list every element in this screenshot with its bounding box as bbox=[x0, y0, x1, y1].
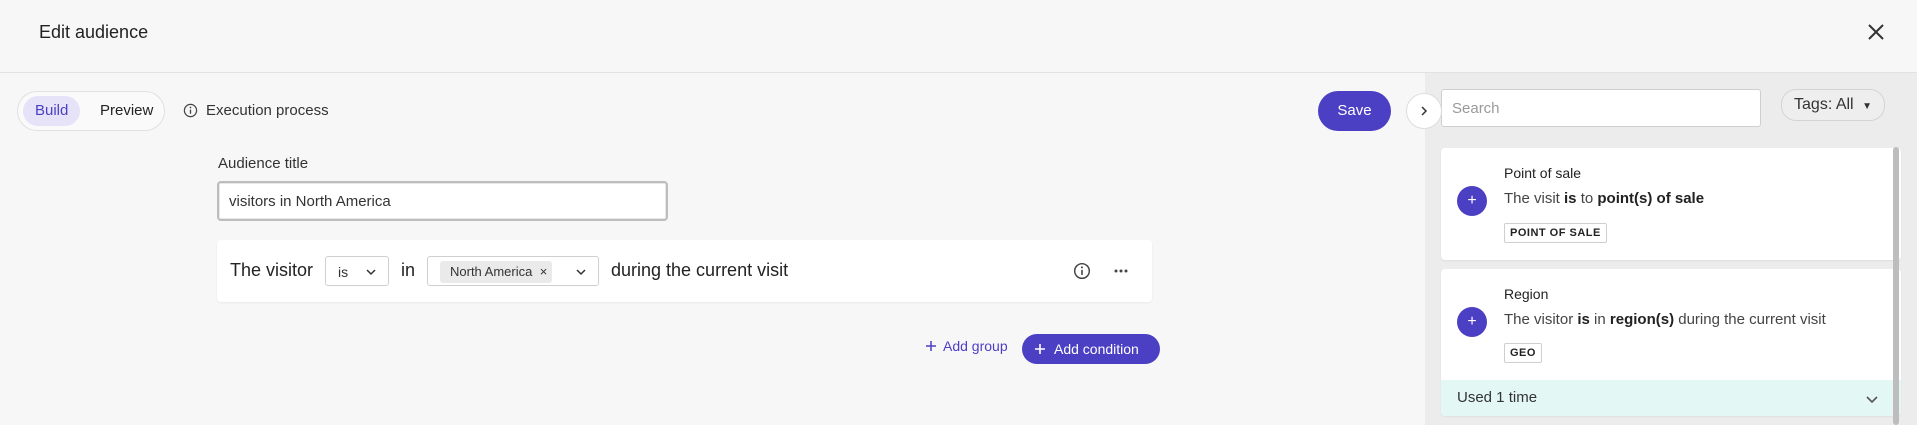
remove-tag-icon[interactable]: × bbox=[540, 261, 548, 283]
info-icon bbox=[183, 103, 198, 118]
region-select[interactable]: North America × bbox=[427, 256, 599, 286]
tags-filter-label: Tags: All bbox=[1794, 96, 1854, 113]
card-title: Region bbox=[1504, 286, 1549, 302]
execution-process-link[interactable]: Execution process bbox=[183, 102, 329, 119]
add-condition-label: Add condition bbox=[1054, 341, 1139, 357]
condition-card-point-of-sale: + Point of sale The visit is to point(s)… bbox=[1441, 148, 1901, 260]
card-description: The visit is to point(s) of sale bbox=[1504, 190, 1705, 207]
save-button[interactable]: Save bbox=[1318, 91, 1391, 131]
chevron-right-icon bbox=[1421, 106, 1428, 116]
operator-select[interactable]: is bbox=[325, 256, 389, 286]
tags-filter-dropdown[interactable]: Tags: All ▼ bbox=[1781, 89, 1885, 121]
condition-prefix: The visitor bbox=[230, 260, 314, 280]
plus-icon bbox=[1035, 344, 1045, 354]
tab-preview[interactable]: Preview bbox=[96, 96, 157, 126]
plus-icon bbox=[926, 341, 936, 351]
region-tag-label: North America bbox=[450, 264, 533, 279]
audience-title-input[interactable] bbox=[217, 181, 668, 221]
condition-library-sidebar: Tags: All ▼ + Point of sale The visit is… bbox=[1425, 73, 1917, 425]
chevron-down-icon bbox=[366, 269, 376, 276]
dialog-title: Edit audience bbox=[39, 22, 149, 42]
selected-region-tag: North America × bbox=[440, 261, 553, 283]
sidebar-scrollbar[interactable] bbox=[1893, 147, 1899, 425]
add-condition-button[interactable]: Add condition bbox=[1022, 334, 1160, 364]
condition-card-region: + Region The visitor is in region(s) dur… bbox=[1441, 269, 1901, 416]
more-options-icon[interactable] bbox=[1112, 262, 1130, 280]
add-group-label: Add group bbox=[943, 338, 1008, 354]
chevron-down-icon bbox=[576, 269, 586, 276]
usage-expander[interactable]: Used 1 time bbox=[1441, 380, 1901, 416]
execution-process-label: Execution process bbox=[206, 102, 329, 119]
tab-build[interactable]: Build bbox=[23, 96, 81, 126]
add-condition-plus-icon[interactable]: + bbox=[1457, 186, 1487, 216]
condition-suffix: during the current visit bbox=[611, 260, 789, 280]
search-input[interactable] bbox=[1441, 89, 1761, 127]
usage-count-label: Used 1 time bbox=[1457, 389, 1538, 406]
card-title: Point of sale bbox=[1504, 165, 1582, 181]
caret-down-icon: ▼ bbox=[1862, 101, 1872, 112]
chevron-down-icon bbox=[1866, 396, 1878, 404]
builder-panel: Build Preview Execution process Save Aud… bbox=[0, 73, 1425, 425]
tag-badge: POINT OF SALE bbox=[1504, 223, 1607, 243]
condition-row: The visitor is in North America × during… bbox=[217, 240, 1152, 302]
mode-toggle: Build Preview bbox=[17, 91, 165, 131]
dialog-header: Edit audience bbox=[0, 0, 1917, 73]
info-icon[interactable] bbox=[1073, 262, 1091, 280]
condition-connector: in bbox=[401, 260, 416, 280]
card-description: The visitor is in region(s) during the c… bbox=[1504, 311, 1826, 328]
add-condition-plus-icon[interactable]: + bbox=[1457, 307, 1487, 337]
add-group-button[interactable]: Add group bbox=[925, 338, 1008, 354]
operator-value: is bbox=[338, 264, 349, 280]
audience-title-label: Audience title bbox=[218, 155, 309, 172]
collapse-sidebar-button[interactable] bbox=[1406, 93, 1442, 129]
close-icon[interactable] bbox=[1864, 20, 1888, 44]
tag-badge: GEO bbox=[1504, 343, 1542, 363]
